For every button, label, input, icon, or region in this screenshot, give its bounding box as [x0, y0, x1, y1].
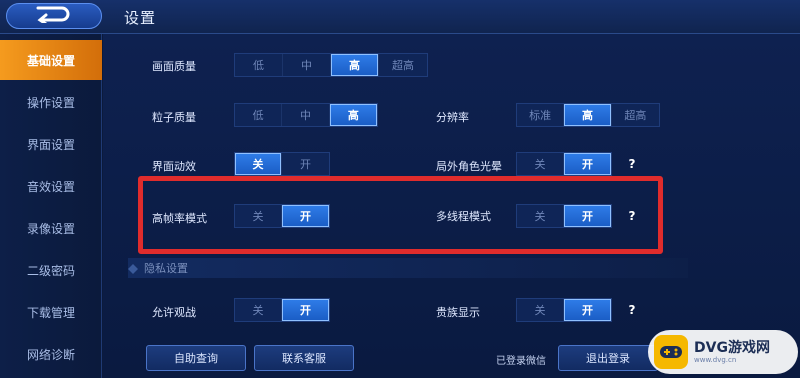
allow-spectate-off[interactable]: 关 [235, 299, 283, 321]
multithread-off[interactable]: 关 [517, 205, 565, 227]
clan-display-label: 贵族显示 [436, 306, 480, 319]
high-fps-toggle: 关 开 [234, 204, 330, 228]
sidebar-item-controls[interactable]: 操作设置 [0, 82, 102, 122]
sidebar-item-secondary-password[interactable]: 二级密码 [0, 250, 102, 290]
multithread-on[interactable]: 开 [564, 205, 611, 227]
diamond-icon [128, 259, 138, 278]
ui-animation-toggle: 关 开 [234, 152, 330, 176]
back-button[interactable] [6, 3, 102, 29]
multithread-help-icon[interactable]: ? [624, 208, 640, 224]
privacy-section-header: 隐私设置 [128, 258, 688, 278]
watermark-name: DVG游戏网 [694, 340, 770, 356]
allow-spectate-toggle: 关 开 [234, 298, 330, 322]
back-arrow-icon [34, 5, 74, 27]
high-fps-off[interactable]: 关 [235, 205, 283, 227]
ui-animation-off[interactable]: 关 [235, 153, 283, 175]
high-fps-on[interactable]: 开 [282, 205, 329, 227]
ui-animation-label: 界面动效 [152, 160, 196, 173]
login-status-text: 已登录微信 [496, 356, 546, 367]
clan-display-on[interactable]: 开 [564, 299, 611, 321]
sidebar-item-network[interactable]: 网络诊断 [0, 334, 102, 374]
sidebar-item-basic[interactable]: 基础设置 [0, 40, 102, 80]
graphics-quality-high[interactable]: 高 [331, 54, 379, 76]
sidebar-item-recording[interactable]: 录像设置 [0, 208, 102, 248]
particle-quality-high[interactable]: 高 [329, 104, 378, 126]
outside-glow-on[interactable]: 开 [564, 153, 611, 175]
graphics-quality-selector: 低 中 高 超高 [234, 53, 428, 77]
particle-quality-low[interactable]: 低 [235, 104, 283, 126]
gamepad-icon [654, 335, 688, 369]
resolution-standard[interactable]: 标准 [517, 104, 565, 126]
contact-support-button[interactable]: 联系客服 [254, 345, 354, 371]
privacy-section-title: 隐私设置 [144, 262, 188, 275]
clan-display-toggle: 关 开 [516, 298, 612, 322]
particle-quality-medium[interactable]: 中 [282, 104, 330, 126]
sidebar: 基础设置 操作设置 界面设置 音效设置 录像设置 二级密码 下载管理 网络诊断 [0, 34, 102, 378]
multithread-label: 多线程模式 [436, 210, 491, 223]
resolution-label: 分辨率 [436, 111, 469, 124]
outside-glow-toggle: 关 开 [516, 152, 612, 176]
settings-panel [103, 34, 800, 378]
ui-animation-on[interactable]: 开 [282, 153, 329, 175]
outside-glow-off[interactable]: 关 [517, 153, 565, 175]
graphics-quality-medium[interactable]: 中 [283, 54, 331, 76]
top-bar: 设置 [0, 0, 800, 34]
outside-glow-help-icon[interactable]: ? [624, 156, 640, 172]
high-fps-label: 高帧率模式 [152, 212, 207, 225]
graphics-quality-label: 画面质量 [152, 60, 196, 73]
multithread-toggle: 关 开 [516, 204, 612, 228]
site-watermark-logo: DVG游戏网 www.dvg.cn [648, 330, 798, 374]
self-query-button[interactable]: 自助查询 [146, 345, 246, 371]
sidebar-item-downloads[interactable]: 下载管理 [0, 292, 102, 332]
logout-button[interactable]: 退出登录 [558, 345, 658, 371]
graphics-quality-low[interactable]: 低 [235, 54, 283, 76]
outside-glow-label: 局外角色光晕 [436, 160, 502, 173]
clan-display-off[interactable]: 关 [517, 299, 565, 321]
page-title: 设置 [124, 9, 157, 27]
clan-display-help-icon[interactable]: ? [624, 302, 640, 318]
sidebar-item-sound[interactable]: 音效设置 [0, 166, 102, 206]
watermark-url: www.dvg.cn [694, 356, 737, 364]
sidebar-item-interface[interactable]: 界面设置 [0, 124, 102, 164]
particle-quality-selector: 低 中 高 [234, 103, 378, 127]
allow-spectate-on[interactable]: 开 [282, 299, 329, 321]
resolution-high[interactable]: 高 [564, 104, 612, 126]
resolution-selector: 标准 高 超高 [516, 103, 660, 127]
particle-quality-label: 粒子质量 [152, 111, 196, 124]
resolution-ultra[interactable]: 超高 [612, 104, 659, 126]
graphics-quality-ultra[interactable]: 超高 [379, 54, 427, 76]
allow-spectate-label: 允许观战 [152, 306, 196, 319]
